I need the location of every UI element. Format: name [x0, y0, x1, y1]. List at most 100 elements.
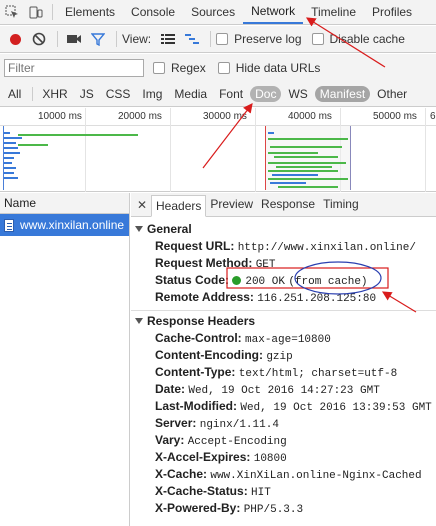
general-section-header[interactable]: General	[135, 221, 436, 238]
header-key: Server:	[155, 416, 197, 430]
header-key: Content-Encoding:	[155, 348, 263, 362]
response-headers-section: Response Headers Cache-Control: max-age=…	[131, 310, 436, 517]
request-bar	[278, 186, 338, 188]
view-label: View:	[122, 32, 152, 46]
tab-timeline[interactable]: Timeline	[303, 0, 364, 24]
large-rows-view-button[interactable]	[157, 28, 179, 50]
timeline-overview[interactable]: 10000 ms 20000 ms 30000 ms 40000 ms 5000…	[0, 108, 436, 192]
request-bar	[4, 147, 18, 149]
type-all[interactable]: All	[3, 86, 26, 102]
header-key: Remote Address:	[155, 290, 254, 304]
tab-response[interactable]: Response	[257, 194, 319, 216]
type-manifest[interactable]: Manifest	[314, 86, 371, 102]
header-value: Accept-Encoding	[187, 436, 287, 448]
tab-timing[interactable]: Timing	[319, 194, 363, 216]
filter-input[interactable]	[4, 59, 144, 77]
overview-selection[interactable]	[265, 126, 351, 190]
record-button[interactable]	[4, 28, 26, 50]
list-view-icon	[161, 34, 176, 44]
waterfall-icon	[185, 34, 200, 44]
type-css[interactable]: CSS	[101, 86, 136, 102]
type-other[interactable]: Other	[372, 86, 412, 102]
section-divider	[131, 310, 436, 311]
name-column-header[interactable]: Name	[0, 193, 129, 214]
filter-toggle-button[interactable]	[87, 28, 109, 50]
devtools-tabbar: Elements Console Sources Network Timelin…	[0, 0, 436, 25]
general-title: General	[147, 222, 192, 236]
tab-headers[interactable]: Headers	[151, 195, 207, 217]
expand-triangle-icon	[135, 318, 143, 324]
header-value: nginx/1.11.4	[199, 419, 279, 431]
status-code-value: 200 OK	[245, 276, 285, 288]
type-font[interactable]: Font	[214, 86, 248, 102]
request-bar	[4, 157, 14, 159]
header-value: gzip	[266, 351, 293, 363]
response-header-row: Content-Type: text/html; charset=utf-8	[135, 364, 436, 381]
header-value: http://www.xinxilan.online/	[237, 242, 416, 254]
preserve-log-checkbox[interactable]	[216, 33, 229, 45]
response-header-row: X-Cache-Status: HIT	[135, 483, 436, 500]
clear-button[interactable]	[28, 28, 50, 50]
tick-label: 10000 ms	[38, 111, 82, 122]
request-bar	[268, 162, 346, 164]
tab-profiles[interactable]: Profiles	[364, 0, 420, 24]
tab-elements[interactable]: Elements	[57, 0, 123, 24]
request-bar	[268, 138, 348, 140]
disable-cache-checkbox[interactable]	[311, 33, 324, 45]
request-row[interactable]: www.xinxilan.online	[0, 214, 129, 236]
response-headers-title: Response Headers	[147, 314, 256, 328]
type-img[interactable]: Img	[137, 86, 167, 102]
capture-screenshots-button[interactable]	[63, 28, 85, 50]
type-media[interactable]: Media	[169, 86, 212, 102]
request-bar	[268, 178, 348, 180]
header-value: 10800	[253, 453, 287, 465]
regex-checkbox[interactable]	[153, 62, 165, 74]
device-toolbar-icon[interactable]	[24, 0, 48, 24]
request-bar	[4, 167, 16, 169]
type-doc[interactable]: Doc	[250, 86, 282, 102]
request-name: www.xinxilan.online	[20, 218, 125, 232]
request-bar	[4, 172, 14, 174]
header-key: Date:	[155, 382, 186, 396]
response-header-row: Last-Modified: Wed, 19 Oct 2016 13:39:53…	[135, 398, 436, 415]
response-header-row: X-Accel-Expires: 10800	[135, 449, 436, 466]
type-xhr[interactable]: XHR	[37, 86, 72, 102]
resource-type-filter: All XHR JS CSS Img Media Font Doc WS Man…	[0, 82, 436, 107]
header-value: Wed, 19 Oct 2016 14:27:23 GMT	[188, 385, 380, 397]
header-value: PHP/5.3.3	[243, 504, 304, 516]
document-icon	[4, 218, 14, 232]
hide-data-urls-label: Hide data URLs	[235, 61, 321, 75]
hide-data-urls-checkbox[interactable]	[217, 62, 230, 74]
request-bar	[270, 146, 342, 148]
tick-label: 6	[430, 111, 436, 122]
request-method-row: Request Method: GET	[135, 255, 436, 272]
timeline-tick: 50000 ms	[373, 108, 426, 192]
response-headers-section-header[interactable]: Response Headers	[135, 313, 436, 330]
type-js[interactable]: JS	[75, 86, 99, 102]
general-section: General Request URL: http://www.xinxilan…	[131, 217, 436, 306]
tab-console[interactable]: Console	[123, 0, 183, 24]
header-key: X-Powered-By:	[155, 501, 241, 515]
record-icon	[9, 33, 21, 45]
request-detail-pane: ✕ Headers Preview Response Timing Genera…	[131, 193, 436, 526]
type-ws[interactable]: WS	[283, 86, 312, 102]
toolbar-divider	[52, 4, 53, 20]
header-key: X-Cache:	[155, 467, 208, 481]
request-bar	[4, 132, 10, 134]
tab-preview[interactable]: Preview	[206, 194, 257, 216]
tab-sources[interactable]: Sources	[183, 0, 243, 24]
tab-network[interactable]: Network	[243, 0, 304, 24]
tick-label: 20000 ms	[118, 111, 162, 122]
waterfall-view-button[interactable]	[181, 28, 203, 50]
request-bar	[268, 152, 318, 154]
close-icon[interactable]: ✕	[133, 194, 151, 216]
toolbar-divider	[210, 31, 212, 47]
preserve-log-label: Preserve log	[234, 32, 302, 46]
header-value: HIT	[251, 487, 271, 499]
tick-label: 40000 ms	[288, 111, 332, 122]
video-camera-icon	[67, 35, 81, 43]
detail-tabbar: ✕ Headers Preview Response Timing	[131, 193, 436, 217]
inspect-element-icon[interactable]	[0, 0, 24, 24]
request-bar	[4, 142, 16, 144]
header-value: max-age=10800	[245, 334, 331, 346]
